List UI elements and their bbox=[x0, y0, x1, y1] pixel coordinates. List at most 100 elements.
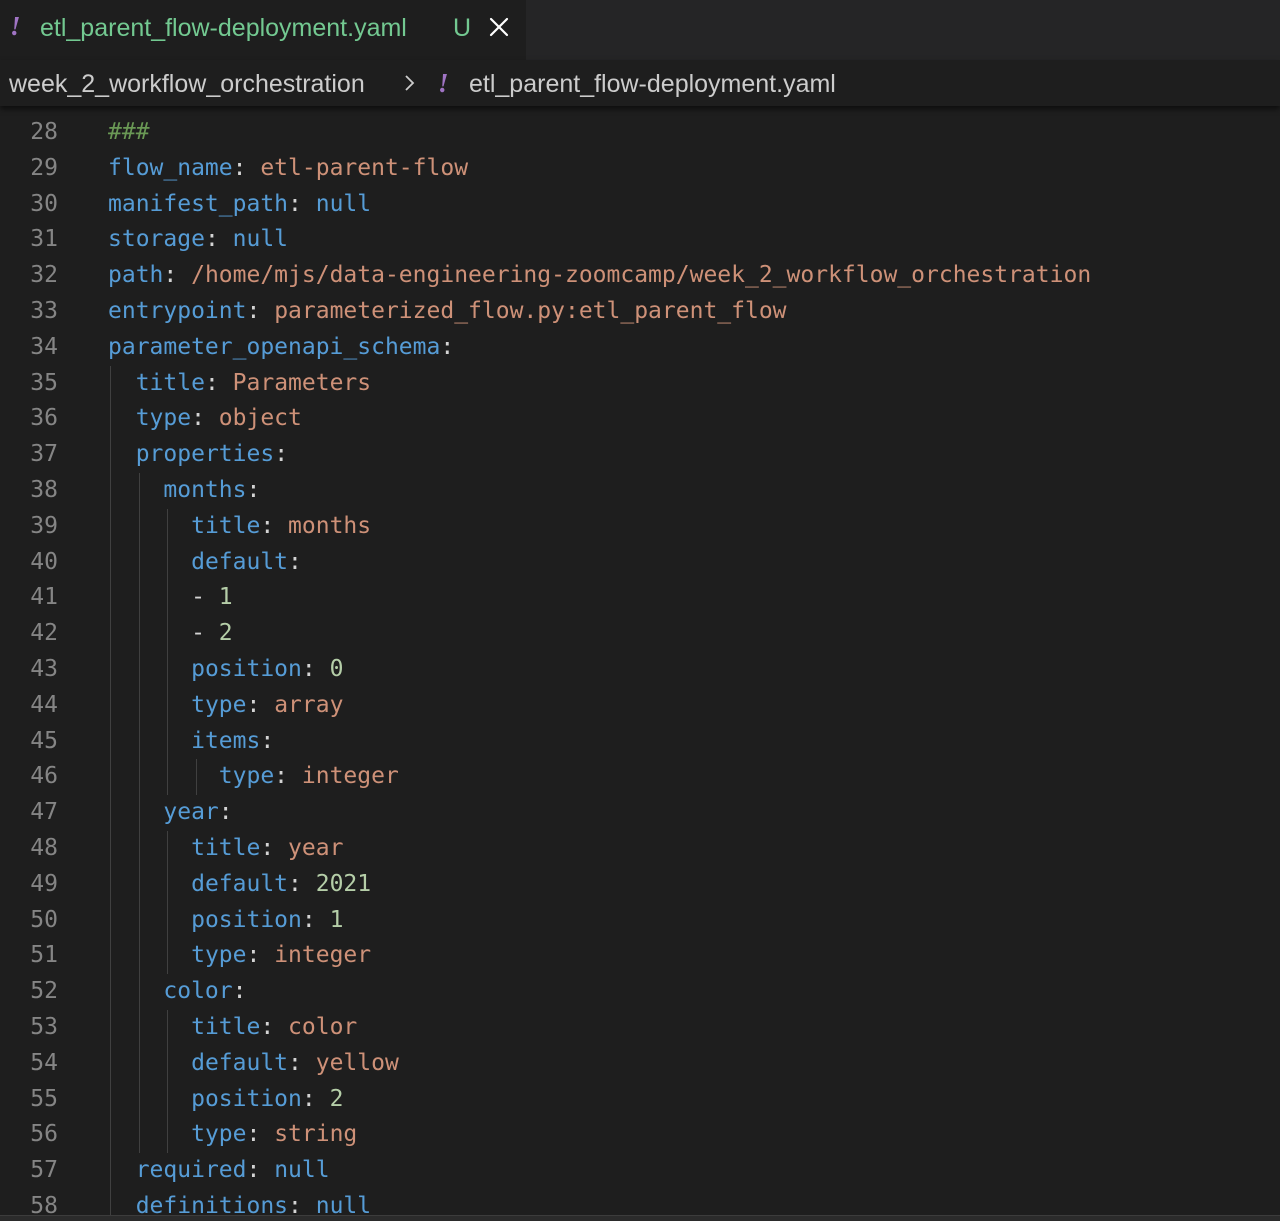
yaml-punctuation: : bbox=[191, 405, 219, 432]
indent-guide bbox=[167, 1045, 169, 1082]
code-line: parameter_openapi_schema: bbox=[108, 330, 1268, 366]
yaml-punctuation: - bbox=[191, 584, 219, 611]
indent-guide bbox=[138, 1081, 140, 1118]
yaml-key: null bbox=[315, 190, 372, 217]
code-line: default: 2021 bbox=[108, 866, 1268, 903]
code-line: position: 2 bbox=[108, 1081, 1268, 1118]
indent-guide bbox=[138, 616, 140, 652]
code-line: type: object bbox=[108, 401, 1268, 438]
horizontal-scrollbar[interactable] bbox=[0, 1215, 1280, 1221]
yaml-string: array bbox=[274, 691, 344, 718]
yaml-key: type bbox=[191, 691, 247, 718]
yaml-key: null bbox=[274, 1157, 330, 1184]
indent-guide bbox=[195, 759, 197, 796]
yaml-key: parameter_openapi_schema bbox=[108, 333, 441, 360]
yaml-string: parameterized_flow.py:etl_parent_flow bbox=[274, 297, 787, 324]
line-number: 38 bbox=[30, 476, 58, 503]
yaml-key: type bbox=[135, 405, 192, 432]
indent-guide bbox=[167, 544, 169, 581]
line-number: 31 bbox=[30, 226, 58, 253]
yaml-number: 1 bbox=[329, 906, 344, 933]
line-number: 46 bbox=[30, 763, 58, 790]
indent-guide bbox=[167, 1081, 169, 1118]
code-line: type: string bbox=[108, 1117, 1268, 1154]
yaml-punctuation: : bbox=[246, 942, 275, 969]
indent-guide bbox=[110, 795, 111, 831]
line-number: 50 bbox=[30, 906, 58, 933]
code-line: title: year bbox=[108, 830, 1268, 867]
indent-guide bbox=[167, 830, 169, 867]
breadcrumb: week_2_workflow_orchestration ! etl_pare… bbox=[0, 60, 1280, 106]
yaml-key: title bbox=[191, 1013, 261, 1040]
yaml-number: 2 bbox=[329, 1085, 344, 1112]
code-line: title: Parameters bbox=[108, 365, 1268, 402]
yaml-key: year bbox=[163, 799, 219, 826]
tab-filename: etl_parent_flow-deployment.yaml bbox=[40, 14, 407, 42]
indent-guide bbox=[110, 508, 111, 545]
indent-guide bbox=[110, 401, 111, 438]
indent-guide bbox=[138, 938, 140, 975]
yaml-string: Parameters bbox=[232, 369, 372, 396]
yaml-key: position bbox=[191, 655, 302, 682]
indent-guide bbox=[138, 1045, 140, 1082]
yaml-key: title bbox=[135, 369, 205, 396]
code-line: path: /home/mjs/data-engineering-zoomcam… bbox=[108, 258, 1268, 294]
yaml-key: position bbox=[191, 1085, 302, 1112]
yaml-key: items bbox=[191, 727, 261, 754]
yaml-punctuation: : bbox=[274, 763, 302, 790]
yaml-exclamation-icon: ! bbox=[10, 11, 21, 41]
yaml-key: null bbox=[232, 226, 289, 253]
code-line: items: bbox=[108, 723, 1268, 760]
yaml-key: default bbox=[191, 548, 289, 575]
indent-guide bbox=[167, 687, 169, 724]
indent-guide bbox=[167, 1009, 169, 1046]
code-line: type: integer bbox=[108, 759, 1268, 796]
code-line: position: 1 bbox=[108, 902, 1268, 939]
code-area[interactable]: ### flow_name: etl-parent-flow manifest_pa… bbox=[108, 115, 1268, 1220]
breadcrumb-file[interactable]: etl_parent_flow-deployment.yaml bbox=[469, 70, 836, 99]
indent-guide bbox=[167, 759, 169, 796]
indent-guide bbox=[110, 938, 111, 975]
line-number: 56 bbox=[30, 1121, 58, 1148]
yaml-punctuation: : bbox=[204, 369, 233, 396]
yaml-punctuation: - bbox=[191, 620, 219, 647]
code-line: - 2 bbox=[108, 616, 1268, 652]
line-number: 32 bbox=[30, 262, 58, 289]
yaml-key: manifest_path bbox=[108, 190, 289, 217]
line-number: 36 bbox=[30, 405, 58, 432]
code-line: manifest_path: null bbox=[108, 187, 1268, 223]
yaml-key: title bbox=[191, 834, 261, 861]
yaml-punctuation: : bbox=[288, 870, 316, 897]
line-number: 40 bbox=[30, 548, 58, 575]
code-editor[interactable]: 28 29 30 31 32 33 34 35 36 37 38 39 40 41 42 43 44 45 46 47… bbox=[0, 106, 1280, 1220]
code-line: required: null bbox=[108, 1153, 1268, 1189]
yaml-punctuation: : bbox=[232, 154, 261, 181]
yaml-string: integer bbox=[274, 942, 372, 969]
yaml-key: title bbox=[191, 512, 261, 539]
line-number: 57 bbox=[30, 1157, 58, 1184]
yaml-punctuation: : bbox=[260, 1013, 289, 1040]
indent-guide bbox=[138, 759, 140, 796]
yaml-punctuation: : bbox=[301, 1085, 330, 1112]
line-number: 29 bbox=[30, 154, 58, 181]
editor-tab[interactable]: ! etl_parent_flow-deployment.yaml U bbox=[0, 0, 526, 60]
line-number: 39 bbox=[30, 512, 58, 539]
yaml-punctuation: : bbox=[246, 1121, 275, 1148]
indent-guide bbox=[167, 866, 169, 903]
indent-guide bbox=[110, 866, 111, 903]
close-icon[interactable] bbox=[486, 14, 512, 40]
code-line: ### bbox=[108, 115, 1268, 151]
code-line: year: bbox=[108, 795, 1268, 831]
yaml-number: 2021 bbox=[315, 870, 372, 897]
yaml-key: default bbox=[191, 1049, 289, 1076]
breadcrumb-folder[interactable]: week_2_workflow_orchestration bbox=[9, 70, 365, 99]
indent-guide bbox=[138, 651, 140, 688]
indent-guide bbox=[110, 1117, 111, 1154]
indent-guide bbox=[110, 687, 111, 724]
yaml-key: flow_name bbox=[108, 154, 233, 181]
line-number-gutter: 28 29 30 31 32 33 34 35 36 37 38 39 40 41 42 43 44 45 46 47… bbox=[0, 115, 58, 1220]
indent-guide bbox=[110, 1009, 111, 1046]
indent-guide bbox=[167, 1117, 169, 1154]
code-line: default: bbox=[108, 544, 1268, 581]
yaml-comment: ### bbox=[108, 119, 150, 145]
